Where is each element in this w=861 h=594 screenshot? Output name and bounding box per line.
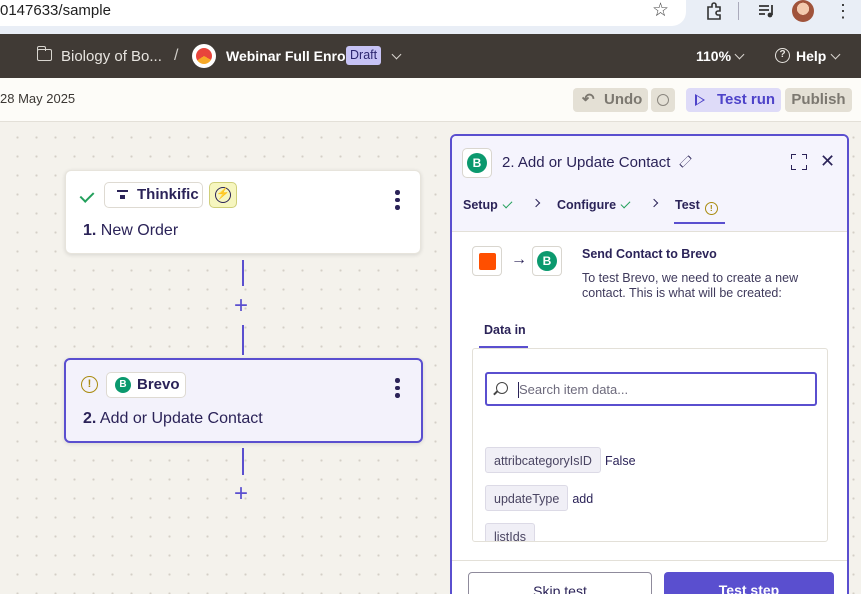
play-icon bbox=[695, 94, 705, 106]
help-button[interactable]: Help bbox=[796, 48, 826, 64]
thinkific-icon bbox=[117, 190, 128, 200]
star-icon[interactable]: ☆ bbox=[652, 0, 669, 22]
close-icon[interactable]: ✕ bbox=[820, 150, 835, 172]
zoom-level[interactable]: 110% bbox=[696, 48, 731, 64]
browser-toolbar: 0147633/sample ☆ ⋮ bbox=[0, 0, 861, 34]
check-icon bbox=[79, 188, 95, 203]
brevo-target-box: B bbox=[532, 246, 562, 276]
address-bar[interactable]: 0147633/sample bbox=[0, 0, 686, 26]
tab-label: Test bbox=[675, 198, 700, 212]
connector-line bbox=[242, 260, 244, 286]
app-logo-box: B bbox=[462, 148, 492, 178]
zapier-icon bbox=[479, 253, 496, 270]
tab-data-in[interactable]: Data in bbox=[484, 323, 526, 337]
url-text[interactable]: 0147633/sample bbox=[0, 2, 111, 19]
zap-heart-icon bbox=[192, 44, 216, 68]
panel-header: B 2. Add or Update Contact ✕ Setup Confi… bbox=[452, 136, 847, 232]
puzzle-icon[interactable] bbox=[704, 1, 724, 21]
undo-button[interactable]: ↶ Undo bbox=[573, 88, 648, 112]
active-tab-indicator bbox=[674, 222, 725, 224]
chevron-right-icon bbox=[649, 198, 659, 208]
connector-line bbox=[242, 325, 244, 355]
last-edited-date: 28 May 2025 bbox=[0, 91, 76, 106]
arrow-right-icon: → bbox=[511, 251, 527, 268]
zoom-chevron-down-icon[interactable] bbox=[734, 49, 745, 60]
step-card-action[interactable]: ! B Brevo 2. Add or Update Contact bbox=[64, 358, 423, 443]
chevron-right-icon bbox=[531, 198, 541, 208]
search-input[interactable] bbox=[519, 380, 809, 398]
profile-avatar[interactable] bbox=[792, 0, 814, 22]
field-key[interactable]: updateType bbox=[485, 485, 569, 511]
send-title: Send Contact to Brevo bbox=[582, 247, 717, 261]
more-options-icon[interactable] bbox=[395, 378, 400, 401]
field-key[interactable]: listIds bbox=[485, 523, 535, 541]
check-icon bbox=[502, 198, 513, 209]
step-detail-panel: B 2. Add or Update Contact ✕ Setup Confi… bbox=[450, 134, 849, 594]
brevo-icon: B bbox=[537, 251, 557, 271]
more-options-icon[interactable] bbox=[395, 190, 400, 213]
breadcrumb-separator: / bbox=[174, 47, 179, 64]
step-number: 1. bbox=[83, 222, 97, 239]
tab-label: Setup bbox=[463, 198, 498, 212]
app-name: Brevo bbox=[137, 376, 180, 393]
check-icon bbox=[620, 198, 631, 209]
media-queue-icon[interactable] bbox=[757, 1, 777, 21]
step-number: 2. bbox=[83, 410, 97, 427]
status-badge: Draft bbox=[346, 46, 382, 65]
zapier-source-box bbox=[472, 246, 502, 276]
publish-button[interactable]: Publish bbox=[785, 88, 852, 112]
test-step-button[interactable]: Test step bbox=[664, 572, 834, 594]
undo-icon: ↶ bbox=[582, 91, 595, 108]
brevo-icon: B bbox=[467, 153, 487, 173]
tab-setup[interactable]: Setup bbox=[463, 198, 513, 212]
breadcrumb-folder[interactable]: Biology of Bo... bbox=[61, 48, 162, 65]
expand-icon[interactable] bbox=[791, 154, 807, 170]
undo-label: Undo bbox=[604, 91, 643, 108]
brevo-icon: B bbox=[115, 377, 131, 393]
step-name: New Order bbox=[100, 222, 179, 239]
skip-test-button[interactable]: Skip test bbox=[468, 572, 652, 594]
data-field-row: listIds bbox=[485, 523, 539, 541]
panel-title[interactable]: 2. Add or Update Contact bbox=[502, 154, 670, 171]
tab-configure[interactable]: Configure bbox=[557, 198, 631, 212]
footer-divider bbox=[452, 560, 847, 561]
help-chevron-down-icon[interactable] bbox=[830, 49, 841, 60]
edit-pencil-icon[interactable] bbox=[679, 155, 692, 168]
browser-menu-icon[interactable]: ⋮ bbox=[834, 1, 852, 21]
data-field-row: attribcategoryIsID False bbox=[485, 447, 636, 473]
add-step-plus-icon[interactable]: + bbox=[234, 482, 248, 506]
warning-icon: ! bbox=[81, 376, 98, 393]
app-pill-thinkific: Thinkific bbox=[104, 182, 203, 208]
version-history-button[interactable] bbox=[651, 88, 675, 112]
search-field[interactable] bbox=[485, 372, 817, 406]
test-run-label: Test run bbox=[717, 91, 776, 108]
warning-icon: ! bbox=[704, 202, 718, 215]
app-pill-brevo: B Brevo bbox=[106, 372, 186, 398]
data-in-box: attribcategoryIsIDFalse updateTypeadd li… bbox=[472, 348, 828, 542]
toolbar-divider bbox=[738, 2, 739, 20]
step-title: 1. New Order bbox=[83, 222, 178, 240]
add-step-plus-icon[interactable]: + bbox=[234, 294, 248, 318]
editor-toolbar: 28 May 2025 ↶ Undo Test run Publish bbox=[0, 78, 861, 122]
app-header: Biology of Bo... / Webinar Full Enrol Dr… bbox=[0, 34, 861, 78]
tab-test[interactable]: Test! bbox=[675, 198, 718, 215]
field-value: add bbox=[572, 492, 594, 506]
tab-label: Configure bbox=[557, 198, 617, 212]
send-description: To test Brevo, we need to create a new c… bbox=[582, 271, 799, 300]
app-name: Thinkific bbox=[137, 186, 199, 203]
field-key[interactable]: attribcategoryIsID bbox=[485, 447, 601, 473]
trigger-bolt-icon: ⚡ bbox=[209, 182, 237, 208]
help-icon[interactable]: ? bbox=[775, 48, 790, 63]
step-card-trigger[interactable]: Thinkific ⚡ 1. New Order bbox=[65, 170, 421, 254]
connector-line bbox=[242, 448, 244, 475]
search-icon bbox=[496, 382, 508, 394]
field-value: False bbox=[604, 454, 636, 468]
test-run-button[interactable]: Test run bbox=[686, 88, 781, 112]
chevron-down-icon[interactable] bbox=[391, 49, 402, 60]
folder-icon bbox=[36, 46, 52, 61]
step-name: Add or Update Contact bbox=[99, 410, 263, 427]
step-title: 2. Add or Update Contact bbox=[83, 410, 263, 428]
data-field-row: updateType add bbox=[485, 485, 593, 511]
zap-title[interactable]: Webinar Full Enrol bbox=[226, 48, 349, 64]
